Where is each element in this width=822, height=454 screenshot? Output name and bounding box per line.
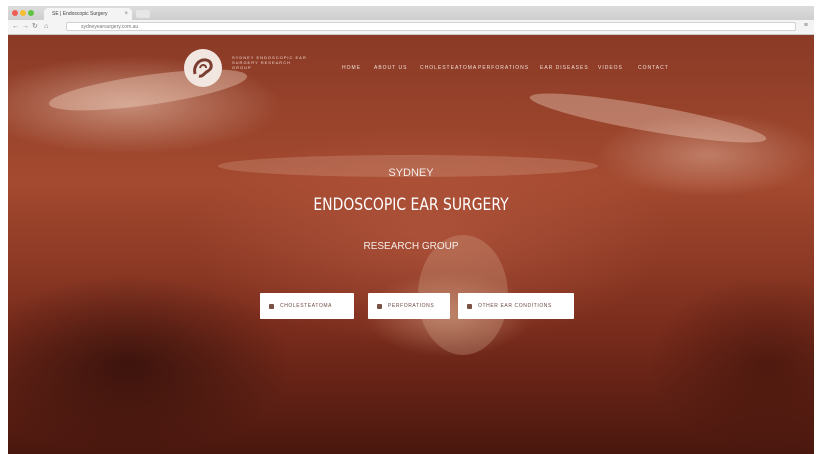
tab-close-icon[interactable]: ×: [124, 8, 128, 20]
ear-logo-icon: [193, 58, 213, 78]
forward-arrow-icon[interactable]: →: [22, 23, 29, 31]
cholesteatoma-button[interactable]: CHOLESTEATOMA: [260, 293, 354, 319]
tab-bar: SE | Endoscopic Surgery ×: [8, 6, 814, 20]
logo-text: SYDNEY ENDOSCOPIC EAR SURGERY RESEARCH G…: [232, 55, 307, 70]
other-conditions-button[interactable]: OTHER EAR CONDITIONS: [458, 293, 574, 319]
browser-tab[interactable]: SE | Endoscopic Surgery ×: [44, 8, 132, 20]
tab-title: SE | Endoscopic Surgery: [52, 11, 108, 17]
back-arrow-icon[interactable]: ←: [12, 23, 19, 31]
home-icon[interactable]: ⌂: [44, 23, 48, 31]
hero-subtitle: RESEARCH GROUP: [363, 241, 459, 252]
reload-icon[interactable]: ↻: [32, 23, 38, 31]
address-bar-row: ← → ↻ ⌂ sydneyearsurgery.com.au ≡: [8, 20, 814, 35]
browser-window: SE | Endoscopic Surgery × ← → ↻ ⌂ sydney…: [8, 6, 814, 454]
other-conditions-button-label: OTHER EAR CONDITIONS: [478, 303, 552, 309]
url-text: sydneyearsurgery.com.au: [81, 24, 139, 30]
nav-item-videos[interactable]: VIDEOS: [598, 65, 623, 71]
cholesteatoma-button-label: CHOLESTEATOMA: [280, 303, 333, 309]
nav-item-about[interactable]: ABOUT US: [374, 65, 407, 71]
background-texture: [527, 84, 769, 152]
minimize-window-button[interactable]: [20, 10, 26, 16]
site-logo[interactable]: [184, 49, 222, 87]
bullet-icon: [467, 304, 472, 309]
nav-item-home[interactable]: HOME: [342, 65, 361, 71]
perforations-button[interactable]: PERFORATIONS: [368, 293, 450, 319]
nav-item-ear-diseases[interactable]: EAR DISEASES: [540, 65, 589, 71]
nav-item-perforations[interactable]: PERFORATIONS: [478, 65, 529, 71]
hero-title: ENDOSCOPIC EAR SURGERY: [313, 195, 509, 215]
new-tab-button[interactable]: [136, 10, 150, 18]
url-input[interactable]: sydneyearsurgery.com.au: [66, 22, 796, 31]
close-window-button[interactable]: [12, 10, 18, 16]
nav-item-cholesteatoma[interactable]: CHOLESTEATOMA: [420, 65, 477, 71]
hero-city: SYDNEY: [388, 167, 434, 179]
perforations-button-label: PERFORATIONS: [388, 303, 435, 309]
nav-item-contact[interactable]: CONTACT: [638, 65, 669, 71]
bullet-icon: [269, 304, 274, 309]
bullet-icon: [377, 304, 382, 309]
zoom-window-button[interactable]: [28, 10, 34, 16]
hero-section: SYDNEY ENDOSCOPIC EAR SURGERY RESEARCH G…: [8, 35, 814, 454]
browser-menu-icon[interactable]: ≡: [804, 22, 808, 29]
